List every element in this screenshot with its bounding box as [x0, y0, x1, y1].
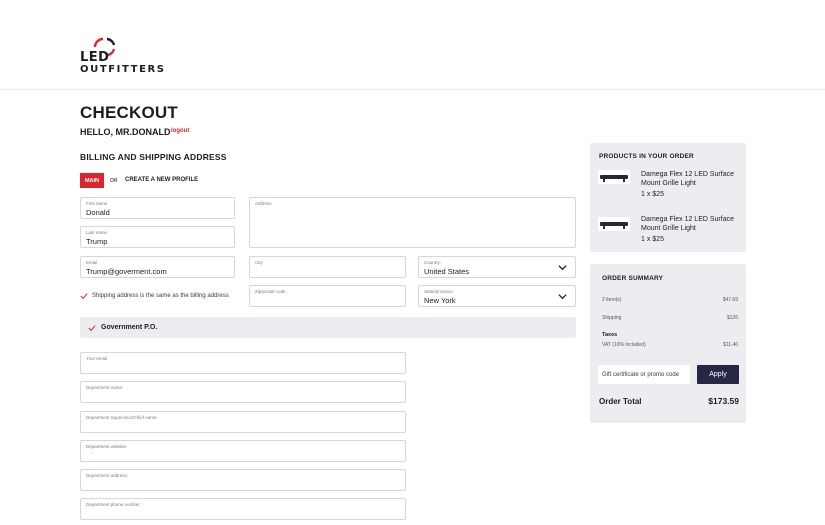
chevron-down-icon — [558, 294, 567, 300]
city-field[interactable]: City — [249, 256, 406, 278]
gov-field-label: Your email — [86, 356, 108, 361]
taxes-heading: Taxes — [602, 332, 618, 338]
logout-link[interactable]: logout — [171, 128, 189, 134]
department-address-field[interactable]: Department address: — [80, 469, 406, 491]
government-po-toggle[interactable]: Government P.O. — [80, 317, 576, 338]
email-label: Email — [86, 260, 98, 265]
items-label: 2 item(s) — [602, 297, 622, 303]
first-name-field[interactable]: First name Donald — [80, 197, 235, 219]
apply-button[interactable]: Apply — [697, 365, 739, 384]
zip-field[interactable]: Zip/postal code — [249, 285, 406, 307]
product-qty: 1 x $25 — [641, 236, 664, 243]
gov-field-label: Department phone number: — [86, 502, 142, 507]
greeting: HELLO, MR.DONALD — [80, 127, 171, 137]
gov-email-field[interactable]: Your email — [80, 352, 406, 374]
same-address-label: Shipping address is the same as the bill… — [92, 293, 229, 299]
department-website-field[interactable]: Department website: — [80, 440, 406, 462]
light-bar-icon — [600, 175, 628, 182]
last-name-field[interactable]: Last name Trump — [80, 226, 235, 248]
product-thumbnail — [598, 170, 630, 184]
first-name-label: First name — [86, 201, 108, 206]
order-total-label: Order Total — [599, 397, 642, 406]
vat-label: VAT (10% included) — [602, 342, 646, 348]
department-chief-field[interactable]: Department Supervisor/Chief name: — [80, 411, 406, 433]
summary-shipping-row: Shipping $126 — [602, 315, 738, 321]
profile-tab-main[interactable]: MAIN — [80, 173, 104, 188]
last-name-label: Last name — [86, 230, 108, 235]
checkmark-icon — [88, 324, 96, 331]
summary-vat-row: VAT (10% included) $11.46 — [602, 342, 738, 348]
country-label: Country: — [424, 260, 442, 265]
chevron-down-icon — [558, 265, 567, 271]
state-select[interactable]: State/province New York — [418, 285, 576, 307]
state-label: State/province — [424, 289, 453, 294]
country-value: United States — [424, 267, 470, 276]
promo-code-input[interactable]: Gift certificate or promo code — [598, 365, 690, 384]
product-name: Damega Flex 12 LED Surface Mount Grille … — [641, 171, 734, 187]
department-phone-field[interactable]: Department phone number: — [80, 498, 406, 520]
city-label: City — [255, 260, 263, 265]
gov-field-label: Department website: — [86, 444, 128, 449]
product-name: Damega Flex 12 LED Surface Mount Grille … — [641, 216, 734, 232]
address-field[interactable]: Address — [249, 197, 576, 248]
site-header: LED OUTFITTERS — [0, 0, 825, 90]
vat-value: $11.46 — [723, 342, 738, 348]
same-address-checkbox[interactable]: Shipping address is the same as the bill… — [80, 292, 229, 300]
product-qty: 1 x $25 — [641, 191, 664, 198]
logo[interactable]: LED OUTFITTERS — [80, 36, 170, 76]
light-bar-icon — [600, 222, 628, 229]
order-summary-heading: ORDER SUMMARY — [602, 275, 664, 282]
gov-field-label: Department Supervisor/Chief name: — [86, 415, 158, 420]
zip-label: Zip/postal code — [255, 289, 286, 294]
logo-text-outfitters: OUTFITTERS — [80, 64, 166, 75]
order-total-value: $173.59 — [708, 396, 739, 406]
summary-items-row: 2 item(s) $47.69 — [602, 297, 738, 303]
billing-heading: BILLING AND SHIPPING ADDRESS — [80, 152, 227, 162]
items-value: $47.69 — [722, 297, 738, 303]
gov-field-label: Department address: — [86, 473, 129, 478]
first-name-value: Donald — [86, 208, 110, 217]
government-po-label: Government P.O. — [101, 324, 158, 331]
checkmark-icon — [80, 293, 88, 300]
shipping-value: $126 — [726, 315, 738, 321]
products-heading: PRODUCTS IN YOUR ORDER — [599, 153, 694, 160]
department-name-field[interactable]: Department name: — [80, 381, 406, 403]
email-field[interactable]: Email Trump@goverment.com — [80, 256, 235, 278]
page-title: CHECKOUT — [80, 103, 178, 122]
product-thumbnail — [598, 217, 630, 231]
shipping-label: Shipping — [602, 315, 622, 321]
last-name-value: Trump — [86, 237, 108, 246]
create-profile-link[interactable]: CREATE A NEW PROFILE — [125, 177, 198, 183]
state-value: New York — [424, 296, 456, 305]
country-select[interactable]: Country: United States — [418, 256, 576, 278]
logo-text-led: LED — [80, 50, 110, 65]
gov-field-label: Department name: — [86, 385, 124, 390]
email-value: Trump@goverment.com — [86, 267, 167, 276]
address-label: Address — [255, 201, 272, 206]
or-separator: OR — [110, 178, 118, 184]
